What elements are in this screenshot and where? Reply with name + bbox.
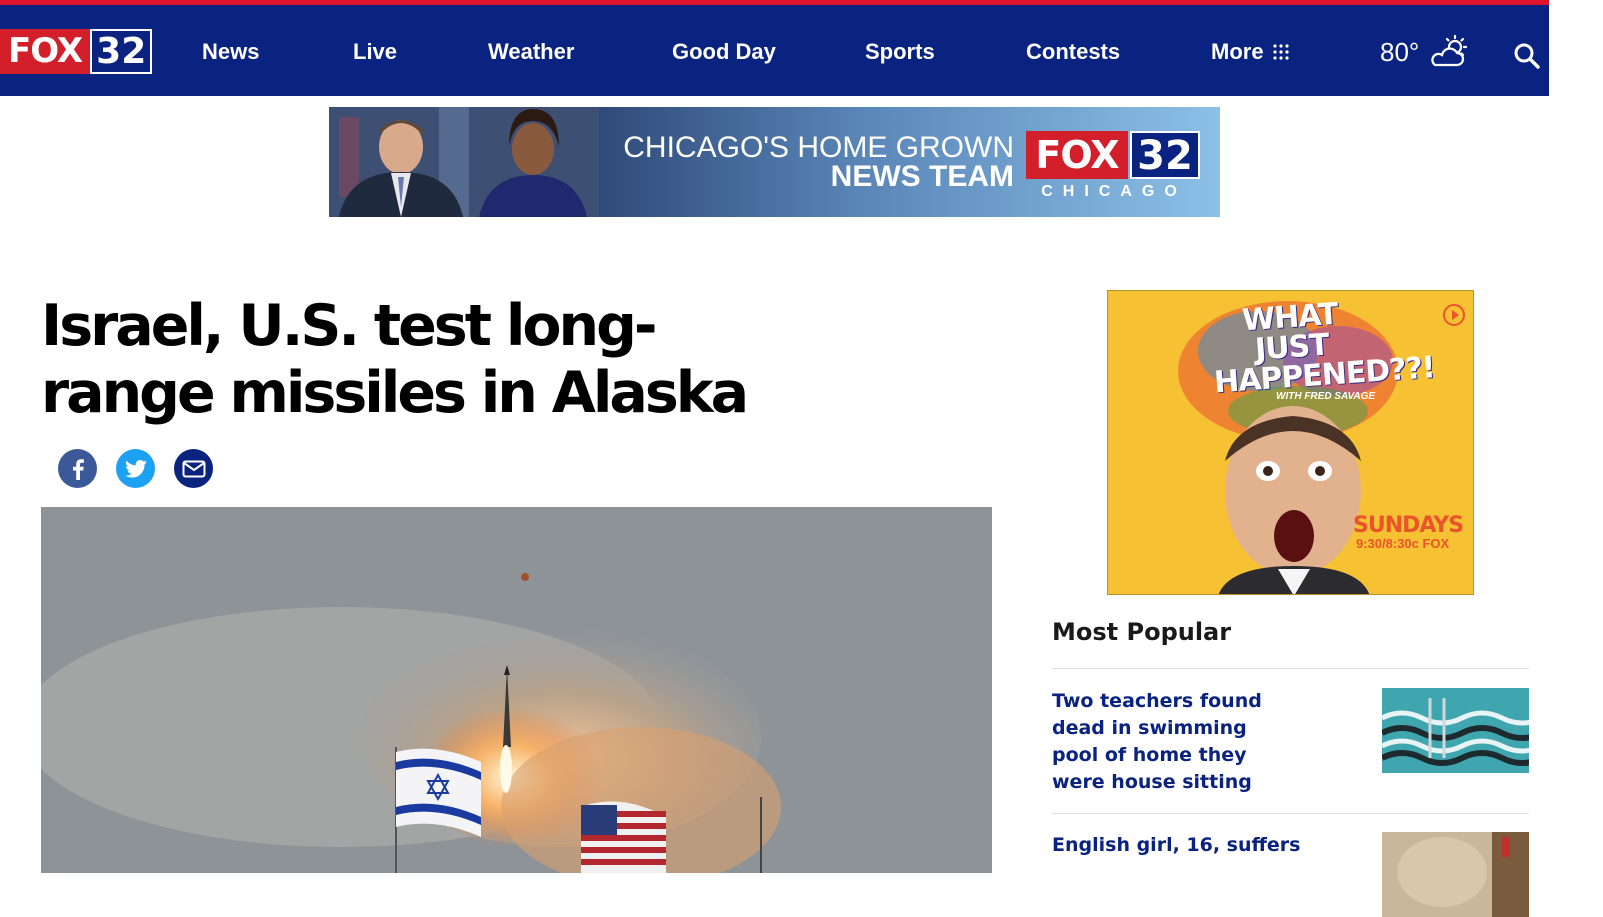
ad-schedule-day: SUNDAYS (1353, 513, 1464, 538)
email-share-button[interactable] (174, 449, 213, 488)
divider (1052, 813, 1529, 814)
banner-tagline-line2: NEWS TEAM (830, 160, 1014, 193)
ad-schedule-time: 9:30/8:30c FOX (1356, 536, 1450, 551)
partly-cloudy-sun-icon (1431, 35, 1468, 67)
popular-item-title[interactable]: Two teachers found dead in swimming pool… (1052, 688, 1292, 796)
popular-item-thumbnail[interactable] (1382, 832, 1529, 917)
nav-item-live[interactable]: Live (353, 39, 397, 65)
twitter-share-button[interactable] (116, 449, 155, 488)
logo-fox-text: FOX (0, 29, 91, 74)
facebook-share-button[interactable] (58, 449, 97, 488)
banner-fox32-logo: FOX 32 CHICAGO (1026, 131, 1202, 205)
nav-item-weather[interactable]: Weather (488, 39, 574, 65)
side-ad[interactable]: WHAT JUST HAPPENED??! WITH FRED SAVAGE S… (1107, 290, 1474, 595)
banner-ad[interactable]: CHICAGO'S HOME GROWN NEWS TEAM FOX 32 CH… (329, 107, 1220, 217)
banner-tagline: CHICAGO'S HOME GROWN NEWS TEAM (594, 131, 1014, 193)
article-hero-image[interactable] (41, 507, 992, 873)
weather-temperature: 80° (1380, 36, 1420, 67)
popular-item-thumbnail[interactable] (1382, 688, 1529, 773)
site-header: FOX 32 News Live Weather Good Day Sports… (0, 0, 1549, 96)
nav-item-good-day[interactable]: Good Day (672, 39, 776, 65)
grid-dots-icon (1272, 44, 1289, 60)
news-anchors-image (329, 107, 599, 217)
nav-more-label: More (1211, 39, 1264, 64)
banner-logo-city: CHICAGO (1041, 183, 1187, 200)
banner-logo-number: 32 (1130, 131, 1200, 179)
nav-item-more[interactable]: More (1211, 39, 1290, 65)
email-icon (182, 460, 205, 477)
ad-show-subtitle: WITH FRED SAVAGE (1276, 391, 1376, 402)
play-icon[interactable] (1442, 303, 1466, 327)
share-bar (58, 449, 213, 488)
nav-item-news[interactable]: News (202, 39, 259, 65)
popular-item[interactable]: English girl, 16, suffers (1052, 832, 1529, 917)
fox32-logo[interactable]: FOX 32 (0, 29, 153, 74)
article-headline: Israel, U.S. test long-range missiles in… (41, 293, 749, 426)
banner-tagline-line1: CHICAGO'S HOME GROWN (623, 131, 1014, 164)
nav-item-sports[interactable]: Sports (865, 39, 935, 65)
most-popular-heading: Most Popular (1052, 618, 1232, 646)
nav-item-contests[interactable]: Contests (1026, 39, 1120, 65)
logo-number-text: 32 (90, 29, 153, 74)
popular-item[interactable]: Two teachers found dead in swimming pool… (1052, 688, 1529, 798)
facebook-icon (72, 458, 84, 480)
banner-logo-fox: FOX (1026, 131, 1128, 179)
search-icon[interactable] (1512, 41, 1542, 71)
twitter-icon (124, 459, 147, 478)
divider (1052, 668, 1529, 669)
ad-show-title: WHAT JUST HAPPENED??! (1213, 296, 1436, 401)
weather-widget[interactable]: 80° (1380, 35, 1471, 69)
popular-item-title[interactable]: English girl, 16, suffers (1052, 832, 1352, 859)
